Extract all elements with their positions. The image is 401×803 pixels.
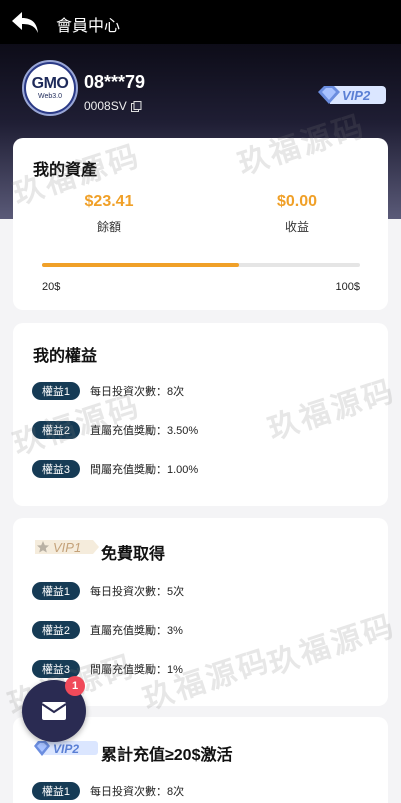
right-text: 間屬充值獎勵：1% xyxy=(90,664,183,676)
top-bar: 會員中心 xyxy=(0,0,401,44)
list-item: 權益3 間屬充值獎勵：1.00% xyxy=(32,460,198,478)
rights-title: 我的權益 xyxy=(33,348,98,365)
list-item: 權益1 每日投資次數：5次 xyxy=(32,582,184,600)
right-tag: 權益1 xyxy=(32,782,80,800)
page-title: 會員中心 xyxy=(56,18,121,35)
vip-progress-bar xyxy=(42,263,360,267)
my-rights-card: 我的權益 權益1 每日投資次數：8次 權益2 直屬充值獎勵：3.50% 權益3 … xyxy=(13,323,388,506)
gmo-logo: GMO Web3.0 xyxy=(26,64,74,112)
right-text: 每日投資次數：5次 xyxy=(90,586,185,598)
right-text: 間屬充值獎勵：1.00% xyxy=(90,464,199,476)
assets-card: 我的資產 $23.41 餘額 $0.00 收益 20$ 100$ xyxy=(13,138,388,310)
vip-progress-fill xyxy=(42,263,240,267)
vip1-title: 免費取得 xyxy=(101,546,166,563)
user-id: 0008SV xyxy=(84,99,127,113)
list-item: 權益1 每日投資次數：8次 xyxy=(32,782,184,800)
vip2-badge-text: VIP2 xyxy=(53,742,79,756)
mail-icon xyxy=(41,702,67,720)
right-text: 每日投資次數：8次 xyxy=(90,786,185,798)
right-tag: 權益2 xyxy=(32,421,80,439)
avatar: GMO Web3.0 xyxy=(22,60,78,116)
vip-level-text: VIP2 xyxy=(342,88,371,103)
logo-main-text: GMO xyxy=(31,75,69,92)
right-text: 每日投資次數：8次 xyxy=(90,386,185,398)
balance-label: 餘額 xyxy=(96,220,121,234)
logo-sub-text: Web3.0 xyxy=(38,93,62,100)
right-tag: 權益3 xyxy=(32,460,80,478)
earnings-label: 收益 xyxy=(284,220,309,234)
vip2-badge: VIP2 xyxy=(34,741,98,756)
earnings-value: $0.00 xyxy=(276,193,318,210)
back-arrow-icon[interactable] xyxy=(10,8,40,36)
right-tag: 權益2 xyxy=(32,621,80,639)
copy-icon[interactable] xyxy=(131,101,142,112)
progress-min-label: 20$ xyxy=(42,281,61,293)
vip2-title: 累計充值≥20$激活 xyxy=(101,747,233,764)
list-item: 權益2 直屬充值獎勵：3.50% xyxy=(32,421,198,439)
vip1-badge: VIP1 xyxy=(35,540,99,555)
list-item: 權益2 直屬充值獎勵：3% xyxy=(32,621,183,639)
right-text: 直屬充值獎勵：3% xyxy=(90,625,183,637)
balance-value: $23.41 xyxy=(84,193,134,210)
list-item: 權益1 每日投資次數：8次 xyxy=(32,382,184,400)
unread-badge: 1 xyxy=(65,676,85,696)
right-tag: 權益1 xyxy=(32,382,80,400)
right-text: 直屬充值獎勵：3.50% xyxy=(90,425,199,437)
vip1-badge-text: VIP1 xyxy=(53,540,81,555)
progress-max-label: 100$ xyxy=(335,281,360,293)
assets-title: 我的資產 xyxy=(33,162,98,179)
list-item: 權益3 間屬充值獎勵：1% xyxy=(32,660,183,678)
username: 08***79 xyxy=(84,72,146,92)
vip-level-badge: VIP2 xyxy=(318,86,386,104)
right-tag: 權益1 xyxy=(32,582,80,600)
